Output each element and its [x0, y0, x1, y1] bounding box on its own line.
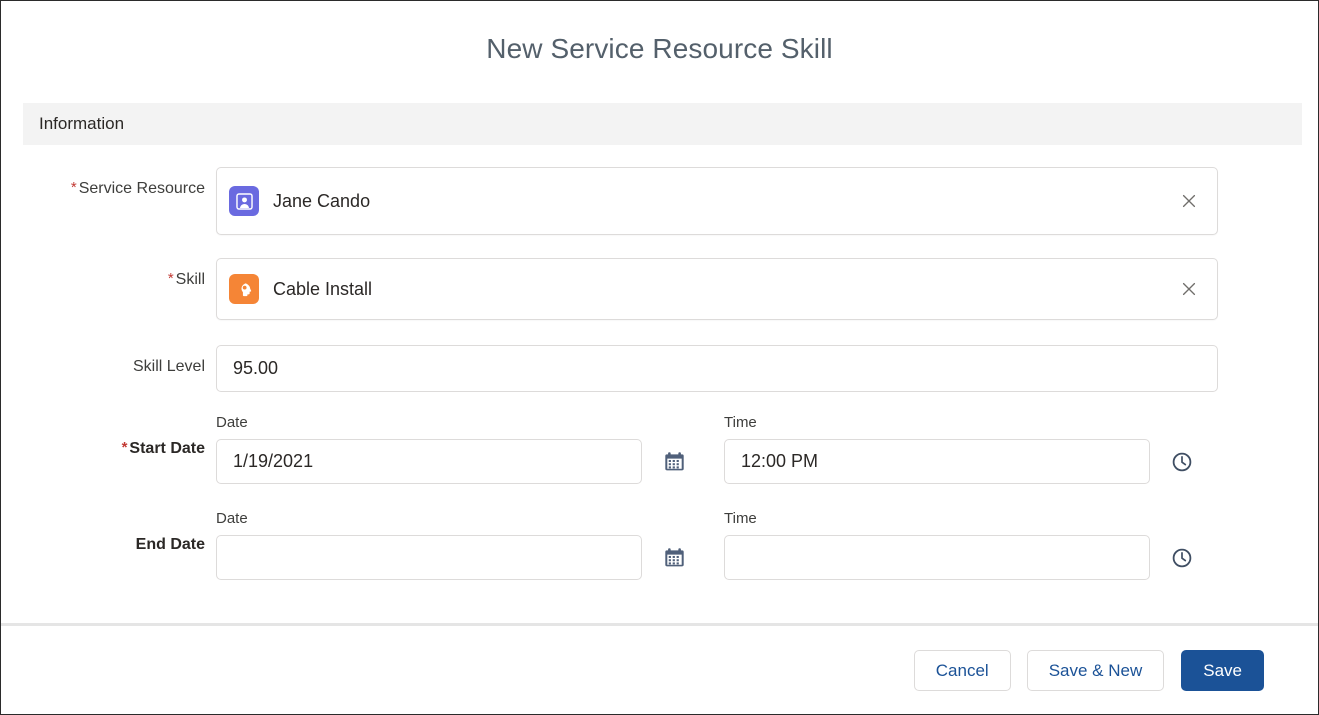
- field-row-start-date: * Start Date Date 1/19/2021 Time 12:00 P…: [1, 414, 1318, 484]
- field-row-skill: * Skill Cable Install: [1, 258, 1318, 320]
- label-end-date: End Date: [23, 510, 216, 555]
- control-end-date: Date Time: [216, 510, 1318, 580]
- section-header-information: Information: [23, 103, 1302, 145]
- sublabel-end-date-date: Date: [216, 510, 248, 527]
- value-service-resource: Jane Cando: [273, 190, 371, 211]
- field-row-service-resource: * Service Resource Jane Cando: [1, 167, 1318, 235]
- label-text-skill-level: Skill Level: [132, 358, 205, 375]
- sublabel-start-date-time: Time: [724, 414, 757, 431]
- end-date-date-input[interactable]: [216, 535, 642, 580]
- label-service-resource: * Service Resource: [23, 167, 216, 199]
- cancel-button[interactable]: Cancel: [913, 649, 1011, 691]
- modal-dialog: New Service Resource Skill Information *…: [0, 0, 1319, 715]
- save-and-new-button[interactable]: Save & New: [1026, 649, 1165, 691]
- required-indicator-service-resource: *: [70, 179, 77, 196]
- clear-skill-icon[interactable]: [1179, 279, 1199, 299]
- end-date-group: Date Time: [216, 510, 1318, 580]
- modal-header: New Service Resource Skill: [1, 1, 1318, 97]
- label-text-skill: Skill: [175, 271, 205, 288]
- section-title: Information: [39, 114, 125, 133]
- control-skill: Cable Install: [216, 258, 1318, 320]
- end-date-calendar-icon[interactable]: [661, 545, 687, 571]
- label-text-service-resource: Service Resource: [78, 180, 205, 197]
- label-text-end-date: End Date: [135, 536, 205, 553]
- form: * Service Resource Jane Cando * Skill Ca…: [1, 167, 1318, 580]
- modal-body: Information * Service Resource Jane Cand…: [1, 97, 1318, 623]
- sublabel-end-date-time: Time: [724, 510, 757, 527]
- start-date-time-wrap: [724, 439, 1195, 484]
- label-skill: * Skill: [23, 258, 216, 290]
- sublabel-start-date-date: Date: [216, 414, 248, 431]
- page-title: New Service Resource Skill: [486, 33, 833, 65]
- end-date-time-col: Time: [724, 510, 1195, 580]
- label-text-start-date: Start Date: [129, 440, 205, 457]
- label-skill-level: Skill Level: [23, 345, 216, 377]
- field-row-end-date: End Date Date Time: [1, 510, 1318, 580]
- end-date-clock-icon[interactable]: [1169, 545, 1195, 571]
- control-start-date: Date 1/19/2021 Time 12:00 PM: [216, 414, 1318, 484]
- end-date-time-wrap: [724, 535, 1195, 580]
- start-date-clock-icon[interactable]: [1169, 449, 1195, 475]
- start-date-date-input[interactable]: [216, 439, 642, 484]
- start-date-time-input[interactable]: [724, 439, 1150, 484]
- lookup-service-resource[interactable]: Jane Cando: [216, 167, 1218, 235]
- lookup-skill[interactable]: Cable Install: [216, 258, 1218, 320]
- end-date-date-wrap: [216, 535, 687, 580]
- value-skill: Cable Install: [273, 278, 373, 299]
- field-row-skill-level: Skill Level: [1, 345, 1318, 392]
- required-indicator-start-date: *: [121, 439, 128, 456]
- start-date-date-col: Date: [216, 414, 687, 484]
- label-start-date: * Start Date: [23, 414, 216, 459]
- control-service-resource: Jane Cando: [216, 167, 1318, 235]
- required-indicator-skill: *: [167, 270, 174, 287]
- modal-footer: Cancel Save & New Save: [1, 626, 1318, 714]
- start-date-calendar-icon[interactable]: [661, 449, 687, 475]
- skill-level-input[interactable]: [216, 345, 1218, 392]
- start-date-group: Date 1/19/2021 Time 12:00 PM: [216, 414, 1318, 484]
- service-resource-avatar-icon: [229, 186, 259, 216]
- end-date-time-input[interactable]: [724, 535, 1150, 580]
- start-date-date-wrap: [216, 439, 687, 484]
- skill-head-icon: [229, 274, 259, 304]
- start-date-time-col: Time: [724, 414, 1195, 484]
- control-skill-level: [216, 345, 1318, 392]
- clear-service-resource-icon[interactable]: [1179, 191, 1199, 211]
- save-button[interactable]: Save: [1181, 649, 1264, 691]
- end-date-date-col: Date: [216, 510, 687, 580]
